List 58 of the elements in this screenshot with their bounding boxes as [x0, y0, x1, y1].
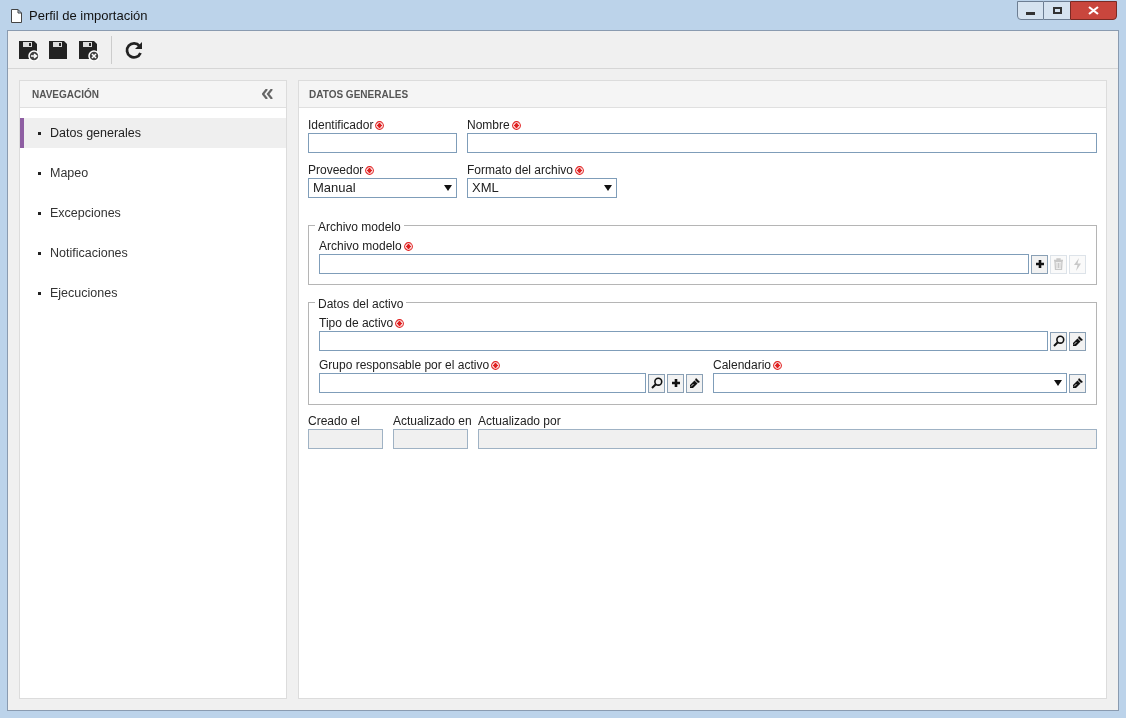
field-label: Archivo modelo: [319, 238, 402, 255]
field-label: Actualizado por: [478, 413, 561, 430]
field-label: Proveedor: [308, 162, 364, 179]
field-label: Calendario: [713, 357, 772, 374]
search-icon: [650, 377, 663, 389]
field-label: Formato del archivo: [467, 162, 574, 179]
brush-icon: [688, 377, 701, 389]
nav-item[interactable]: Notificaciones: [20, 238, 286, 268]
maximize-button[interactable]: [1044, 1, 1070, 20]
clear-button[interactable]: [1069, 331, 1086, 351]
input-field[interactable]: [319, 373, 646, 393]
search-button[interactable]: [648, 373, 665, 393]
field-label: Grupo responsable por el activo: [319, 357, 490, 374]
plus-icon: [670, 378, 681, 388]
save-and-new-button[interactable]: [17, 38, 39, 61]
search-button[interactable]: [1050, 331, 1067, 351]
save-and-close-button[interactable]: [77, 38, 99, 61]
input-field[interactable]: [319, 331, 1048, 351]
dropdown-caret-icon: [1054, 380, 1062, 386]
panel-title: DATOS GENERALES: [309, 87, 409, 102]
plus-icon: [1034, 259, 1045, 269]
field-label: Actualizado en: [393, 413, 472, 430]
input-field[interactable]: [308, 133, 457, 153]
nav-item[interactable]: Ejecuciones: [20, 278, 286, 308]
clear-button[interactable]: [686, 373, 703, 393]
field-label: Nombre: [467, 117, 510, 134]
dropdown[interactable]: Manual: [308, 178, 457, 198]
field-label: Creado el: [308, 413, 361, 430]
input-field[interactable]: [467, 133, 1097, 153]
minimize-button[interactable]: [1017, 1, 1044, 20]
dropdown-caret-icon: [444, 185, 452, 191]
trash-icon: [1053, 258, 1064, 270]
nav-item[interactable]: Excepciones: [20, 198, 286, 228]
save-button[interactable]: [47, 38, 69, 61]
field-label: Identificador: [308, 117, 374, 134]
add-button[interactable]: [667, 373, 684, 393]
window-title: Perfil de importación: [29, 6, 148, 25]
panel-title: NAVEGACIÓN: [32, 87, 100, 102]
dropdown-caret-icon: [604, 185, 612, 191]
nav-item[interactable]: Datos generales: [20, 118, 286, 148]
refresh-icon: [124, 39, 144, 60]
close-button[interactable]: [1070, 1, 1117, 20]
document-icon: [11, 8, 22, 23]
refresh-button[interactable]: [124, 39, 144, 60]
search-icon: [1052, 335, 1065, 347]
input-field[interactable]: [319, 254, 1029, 274]
floppy-icon: [47, 38, 69, 61]
collapse-icon: [262, 89, 274, 99]
brush-icon: [1071, 377, 1084, 389]
floppy-x-icon: [77, 38, 99, 61]
dropdown[interactable]: XML: [467, 178, 617, 198]
clear-button[interactable]: [1069, 373, 1086, 393]
brush-icon: [1071, 335, 1084, 347]
nav-item[interactable]: Mapeo: [20, 158, 286, 188]
close-icon: [1088, 6, 1099, 15]
lightning-icon: [1073, 257, 1082, 271]
add-button[interactable]: [1031, 254, 1048, 274]
field-label: Tipo de activo: [319, 315, 394, 332]
